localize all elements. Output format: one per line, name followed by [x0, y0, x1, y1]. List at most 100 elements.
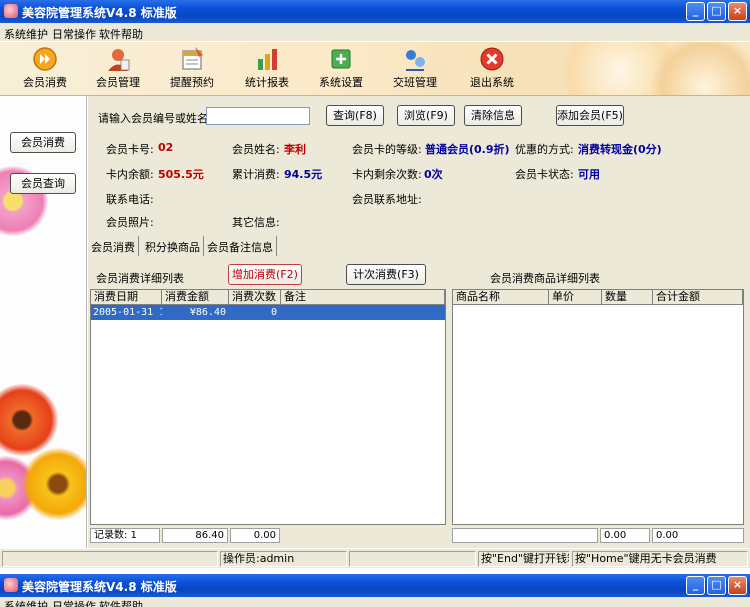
- menu-system[interactable]: 系统维护: [4, 26, 48, 42]
- address-label: 会员联系地址:: [352, 193, 422, 206]
- window-titlebar[interactable]: 美容院管理系统V4.8 标准版 _ □ ×: [0, 0, 750, 23]
- status-bar: 操作员:admin 按"End"键打开钱箱 按"Home"键用无卡会员消费: [0, 548, 750, 568]
- flower-decoration: [0, 384, 58, 456]
- toolbar-exit[interactable]: 退出系统: [460, 46, 524, 92]
- product-list-title: 会员消费商品详细列表: [490, 272, 600, 285]
- shift-icon: [406, 50, 425, 71]
- calendar-icon: [182, 47, 203, 70]
- tab-notes[interactable]: 会员备注信息: [204, 236, 277, 256]
- menu-daily[interactable]: 日常操作: [52, 598, 96, 607]
- menu-system[interactable]: 系统维护: [4, 598, 48, 607]
- toolbar-label: 提醒预约: [170, 76, 214, 89]
- toolbar-label: 系统设置: [319, 76, 363, 89]
- toolbar-label: 会员管理: [96, 76, 140, 89]
- tab-points-exchange[interactable]: 积分换商品: [142, 236, 204, 256]
- toolbar-reminder[interactable]: 提醒预约: [160, 46, 224, 92]
- app-icon: [4, 4, 18, 18]
- row-amount: ¥86.40: [189, 307, 226, 318]
- status-label: 会员卡状态:: [515, 168, 574, 181]
- maximize-button[interactable]: □: [707, 2, 726, 21]
- flower-decoration: [22, 448, 86, 520]
- toolbar-report[interactable]: 统计报表: [235, 46, 299, 92]
- menu-help[interactable]: 软件帮助: [99, 26, 143, 42]
- discount-label: 优惠的方式:: [515, 143, 574, 156]
- card-no-label: 会员卡号:: [106, 143, 154, 156]
- left-panel: 会员消费 会员查询: [0, 96, 87, 548]
- name-label: 会员姓名:: [232, 143, 280, 156]
- column-header[interactable]: 单价: [549, 290, 602, 305]
- total-label: 累计消费:: [232, 168, 280, 181]
- settings-icon: [331, 49, 351, 69]
- column-header[interactable]: 合计金额: [653, 290, 743, 305]
- other-info-label: 其它信息:: [232, 216, 280, 229]
- toolbar-member-consume[interactable]: 会员消费: [13, 46, 77, 92]
- column-header[interactable]: 消费金额: [162, 290, 229, 305]
- level-label: 会员卡的等级:: [352, 143, 422, 156]
- balance-value: 505.5元: [158, 168, 204, 181]
- chart-icon: [258, 49, 277, 70]
- menu-daily[interactable]: 日常操作: [52, 26, 96, 42]
- second-maximize-button[interactable]: □: [707, 576, 726, 595]
- clear-button[interactable]: 清除信息: [464, 105, 522, 126]
- add-consume-button[interactable]: 增加消费(F2): [228, 264, 302, 285]
- second-minimize-button[interactable]: _: [686, 576, 705, 595]
- menu-bar: 系统维护 日常操作 软件帮助: [0, 23, 750, 41]
- browse-button[interactable]: 浏览(F9): [397, 105, 455, 126]
- row-date: 2005-01-31 11: [93, 307, 162, 318]
- remaining-value: 0次: [424, 168, 443, 181]
- footer-count: 0.00: [230, 528, 280, 543]
- search-input[interactable]: [206, 107, 310, 125]
- toolbar-shift[interactable]: 交班管理: [383, 46, 447, 92]
- query-button[interactable]: 查询(F8): [326, 105, 384, 126]
- second-menu-bar: 系统维护 日常操作 软件帮助: [0, 597, 750, 607]
- product-table[interactable]: 商品名称 单价 数量 合计金额: [452, 289, 744, 525]
- menu-help[interactable]: 软件帮助: [99, 598, 143, 607]
- column-header[interactable]: 消费次数: [229, 290, 281, 305]
- window-title: 美容院管理系统V4.8 标准版: [22, 6, 177, 20]
- phone-label: 联系电话:: [106, 193, 154, 206]
- column-header[interactable]: 消费日期: [91, 290, 162, 305]
- toolbar-settings[interactable]: 系统设置: [309, 46, 373, 92]
- row-note: [283, 305, 443, 320]
- row-count: 0: [270, 307, 277, 318]
- remaining-label: 卡内剩余次数:: [352, 168, 422, 181]
- table-row[interactable]: 2005-01-31 11 ¥86.40 0: [91, 305, 445, 320]
- minimize-button[interactable]: _: [686, 2, 705, 21]
- column-header[interactable]: 数量: [602, 290, 653, 305]
- second-window-title: 美容院管理系统V4.8 标准版: [22, 580, 177, 594]
- status-blank: [349, 551, 476, 567]
- second-window-titlebar[interactable]: 美容院管理系统V4.8 标准版 _ □ ×: [0, 574, 750, 597]
- toolbar: 会员消费 会员管理 提醒预约 统计报表 系统设置 交班管理 退出系统: [0, 42, 750, 96]
- toolbar-member-manage[interactable]: 会员管理: [86, 46, 150, 92]
- name-value: 李利: [284, 143, 306, 156]
- second-close-button[interactable]: ×: [728, 576, 747, 595]
- column-header[interactable]: 商品名称: [453, 290, 549, 305]
- photo-label: 会员照片:: [106, 216, 154, 229]
- toolbar-label: 退出系统: [470, 76, 514, 89]
- balance-label: 卡内余额:: [106, 168, 154, 181]
- status-value: 可用: [578, 168, 600, 181]
- add-member-button[interactable]: 添加会员(F5): [556, 105, 624, 126]
- footer-qty: 0.00: [600, 528, 650, 543]
- exit-icon: [480, 47, 504, 71]
- toolbar-label: 统计报表: [245, 76, 289, 89]
- tab-consume[interactable]: 会员消费: [88, 236, 139, 256]
- toolbar-label: 交班管理: [393, 76, 437, 89]
- member-icon: [108, 49, 130, 71]
- search-label: 请输入会员编号或姓名: [98, 112, 208, 125]
- toolbar-label: 会员消费: [23, 76, 67, 89]
- count-consume-button[interactable]: 计次消费(F3): [346, 264, 426, 285]
- close-button[interactable]: ×: [728, 2, 747, 21]
- toolbar-decoration: [650, 42, 750, 95]
- play-circle-icon: [33, 47, 57, 71]
- footer-amount: 86.40: [162, 528, 228, 543]
- consume-table[interactable]: 消费日期 消费金额 消费次数 备注 2005-01-31 11 ¥86.40 0: [90, 289, 446, 525]
- records-count: 记录数: 1: [90, 528, 160, 543]
- product-footer-blank: [452, 528, 598, 543]
- sidebar-consume-button[interactable]: 会员消费: [10, 132, 76, 153]
- sidebar-query-button[interactable]: 会员查询: [10, 173, 76, 194]
- footer-total: 0.00: [652, 528, 744, 543]
- discount-value: 消费转现金(0分): [578, 143, 662, 156]
- column-header[interactable]: 备注: [281, 290, 445, 305]
- status-blank: [2, 551, 218, 567]
